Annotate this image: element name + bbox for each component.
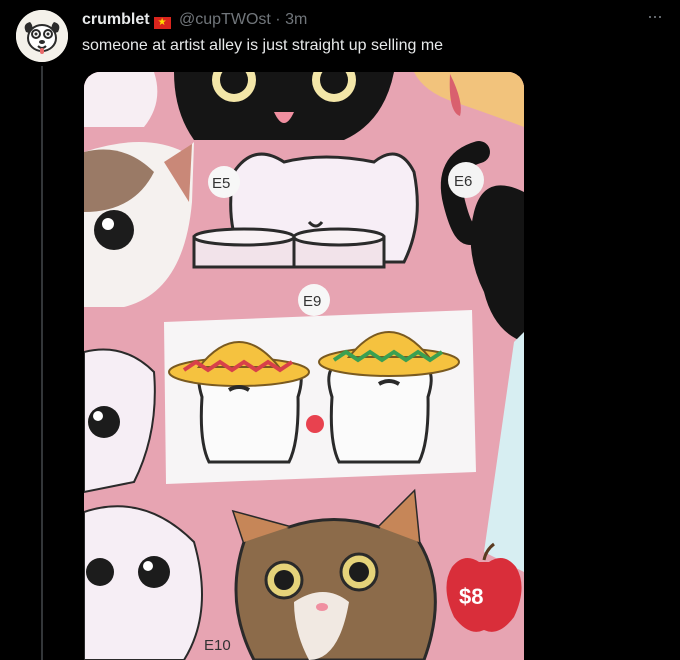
user-avatar[interactable] [16,10,68,62]
user-handle[interactable]: @cupTWOst [179,11,271,28]
tweet-photo[interactable]: E5 E6 E9 E10 $8 [84,72,524,660]
separator: · [275,11,281,28]
display-name[interactable]: crumblet [82,11,150,28]
label-e10: E10 [204,637,231,654]
more-options-icon[interactable]: ··· [647,6,663,27]
vietnam-flag-icon: ★ [153,17,171,29]
price-tag: $8 [459,584,483,609]
tweet-text: someone at artist alley is just straight… [82,37,444,54]
label-e9: E9 [303,293,321,310]
label-e5: E5 [212,175,230,192]
thread-line [41,66,43,660]
timestamp[interactable]: 3m [285,11,307,28]
label-e6: E6 [454,173,472,190]
sticker-sheet-illustration: E5 E6 E9 E10 $8 [84,72,524,660]
avatar-dog-icon [16,10,68,62]
tweet-header: crumblet ★ @cupTWOst · 3m [82,10,307,30]
